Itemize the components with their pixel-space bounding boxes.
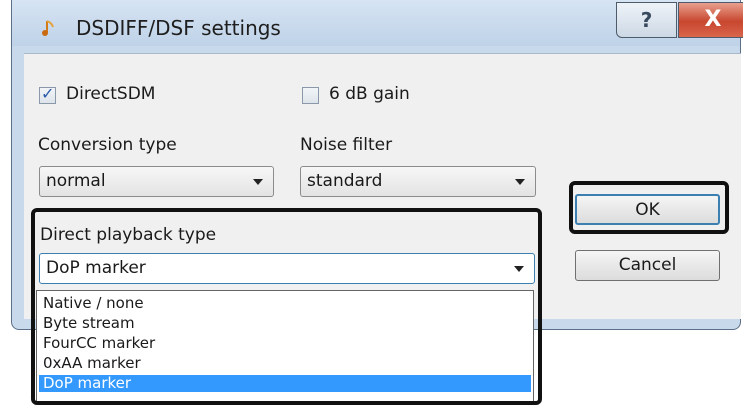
gain-6db-checkbox[interactable] — [302, 87, 319, 104]
noise-filter-select[interactable]: standard — [300, 166, 536, 197]
cancel-button-label: Cancel — [618, 255, 677, 275]
noise-filter-label: Noise filter — [300, 135, 393, 155]
chevron-down-icon — [515, 179, 525, 185]
gain-6db-label[interactable]: 6 dB gain — [329, 84, 410, 104]
close-icon: X — [704, 7, 722, 32]
noise-filter-value: standard — [307, 171, 383, 191]
cancel-button[interactable]: Cancel — [575, 250, 720, 281]
chevron-down-icon — [253, 179, 263, 185]
conversion-type-label: Conversion type — [38, 135, 177, 155]
checkmark-icon: ✓ — [41, 84, 55, 103]
help-button[interactable]: ? — [616, 2, 677, 38]
direct-sdm-checkbox[interactable]: ✓ — [39, 84, 56, 104]
help-icon: ? — [640, 8, 653, 32]
ok-button-highlight-box — [569, 181, 729, 234]
playback-type-highlight-box — [31, 208, 542, 405]
music-note-icon — [42, 20, 54, 36]
window-title: DSDIFF/DSF settings — [76, 16, 281, 40]
direct-sdm-label[interactable]: DirectSDM — [66, 84, 155, 104]
close-button[interactable]: X — [678, 2, 743, 38]
conversion-type-select[interactable]: normal — [39, 166, 274, 197]
conversion-type-value: normal — [46, 171, 106, 191]
